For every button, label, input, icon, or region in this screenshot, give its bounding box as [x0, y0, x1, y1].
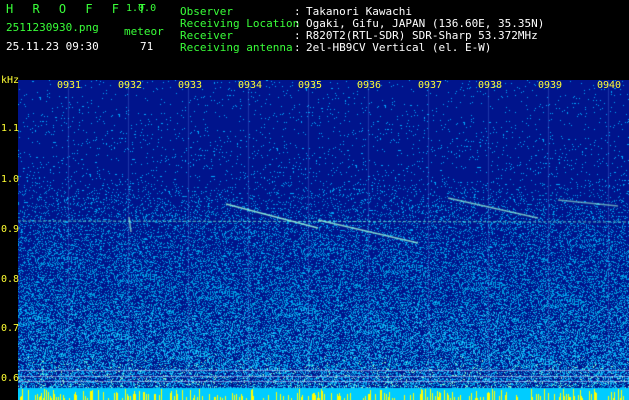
x-tick-time: 0939: [538, 80, 563, 91]
y-tick: 0.8: [1, 274, 20, 285]
x-tick-time: 0940: [597, 80, 622, 91]
y-tick: 1.0: [1, 174, 20, 185]
filename: 2511230930.png: [6, 21, 99, 34]
datetime: 25.11.23 09:30: [6, 40, 99, 53]
antenna-label: Receiving antenna: [180, 41, 293, 54]
x-tick-time: 0937: [418, 80, 443, 91]
y-tick: 0.6: [1, 373, 20, 384]
x-tick-time: 0931: [57, 80, 82, 91]
frequency-axis: kHz 1.1 1.0 0.9 0.8 0.7 0.6: [0, 75, 20, 400]
meteor-label: meteor: [124, 25, 164, 38]
x-tick-time: 0938: [478, 80, 503, 91]
x-tick-time: 0936: [357, 80, 382, 91]
antenna-value: 2el-HB9CV Vertical (el. E-W): [306, 41, 492, 54]
header-panel: H R O F F T 1.0.0 2511230930.png 25.11.2…: [0, 0, 629, 78]
y-tick: 0.9: [1, 224, 20, 235]
axis-unit-label: kHz: [1, 75, 20, 86]
x-tick-time: 0935: [298, 80, 323, 91]
antenna-colon: :: [294, 41, 301, 54]
app-version: 1.0.0: [126, 3, 157, 14]
x-tick-time: 0934: [238, 80, 263, 91]
y-tick: 1.1: [1, 123, 20, 134]
y-tick: 0.7: [1, 323, 20, 334]
x-tick-time: 0932: [118, 80, 143, 91]
meteor-count: 71: [140, 40, 154, 53]
spectrogram: [18, 80, 629, 400]
x-tick-time: 0933: [178, 80, 203, 91]
